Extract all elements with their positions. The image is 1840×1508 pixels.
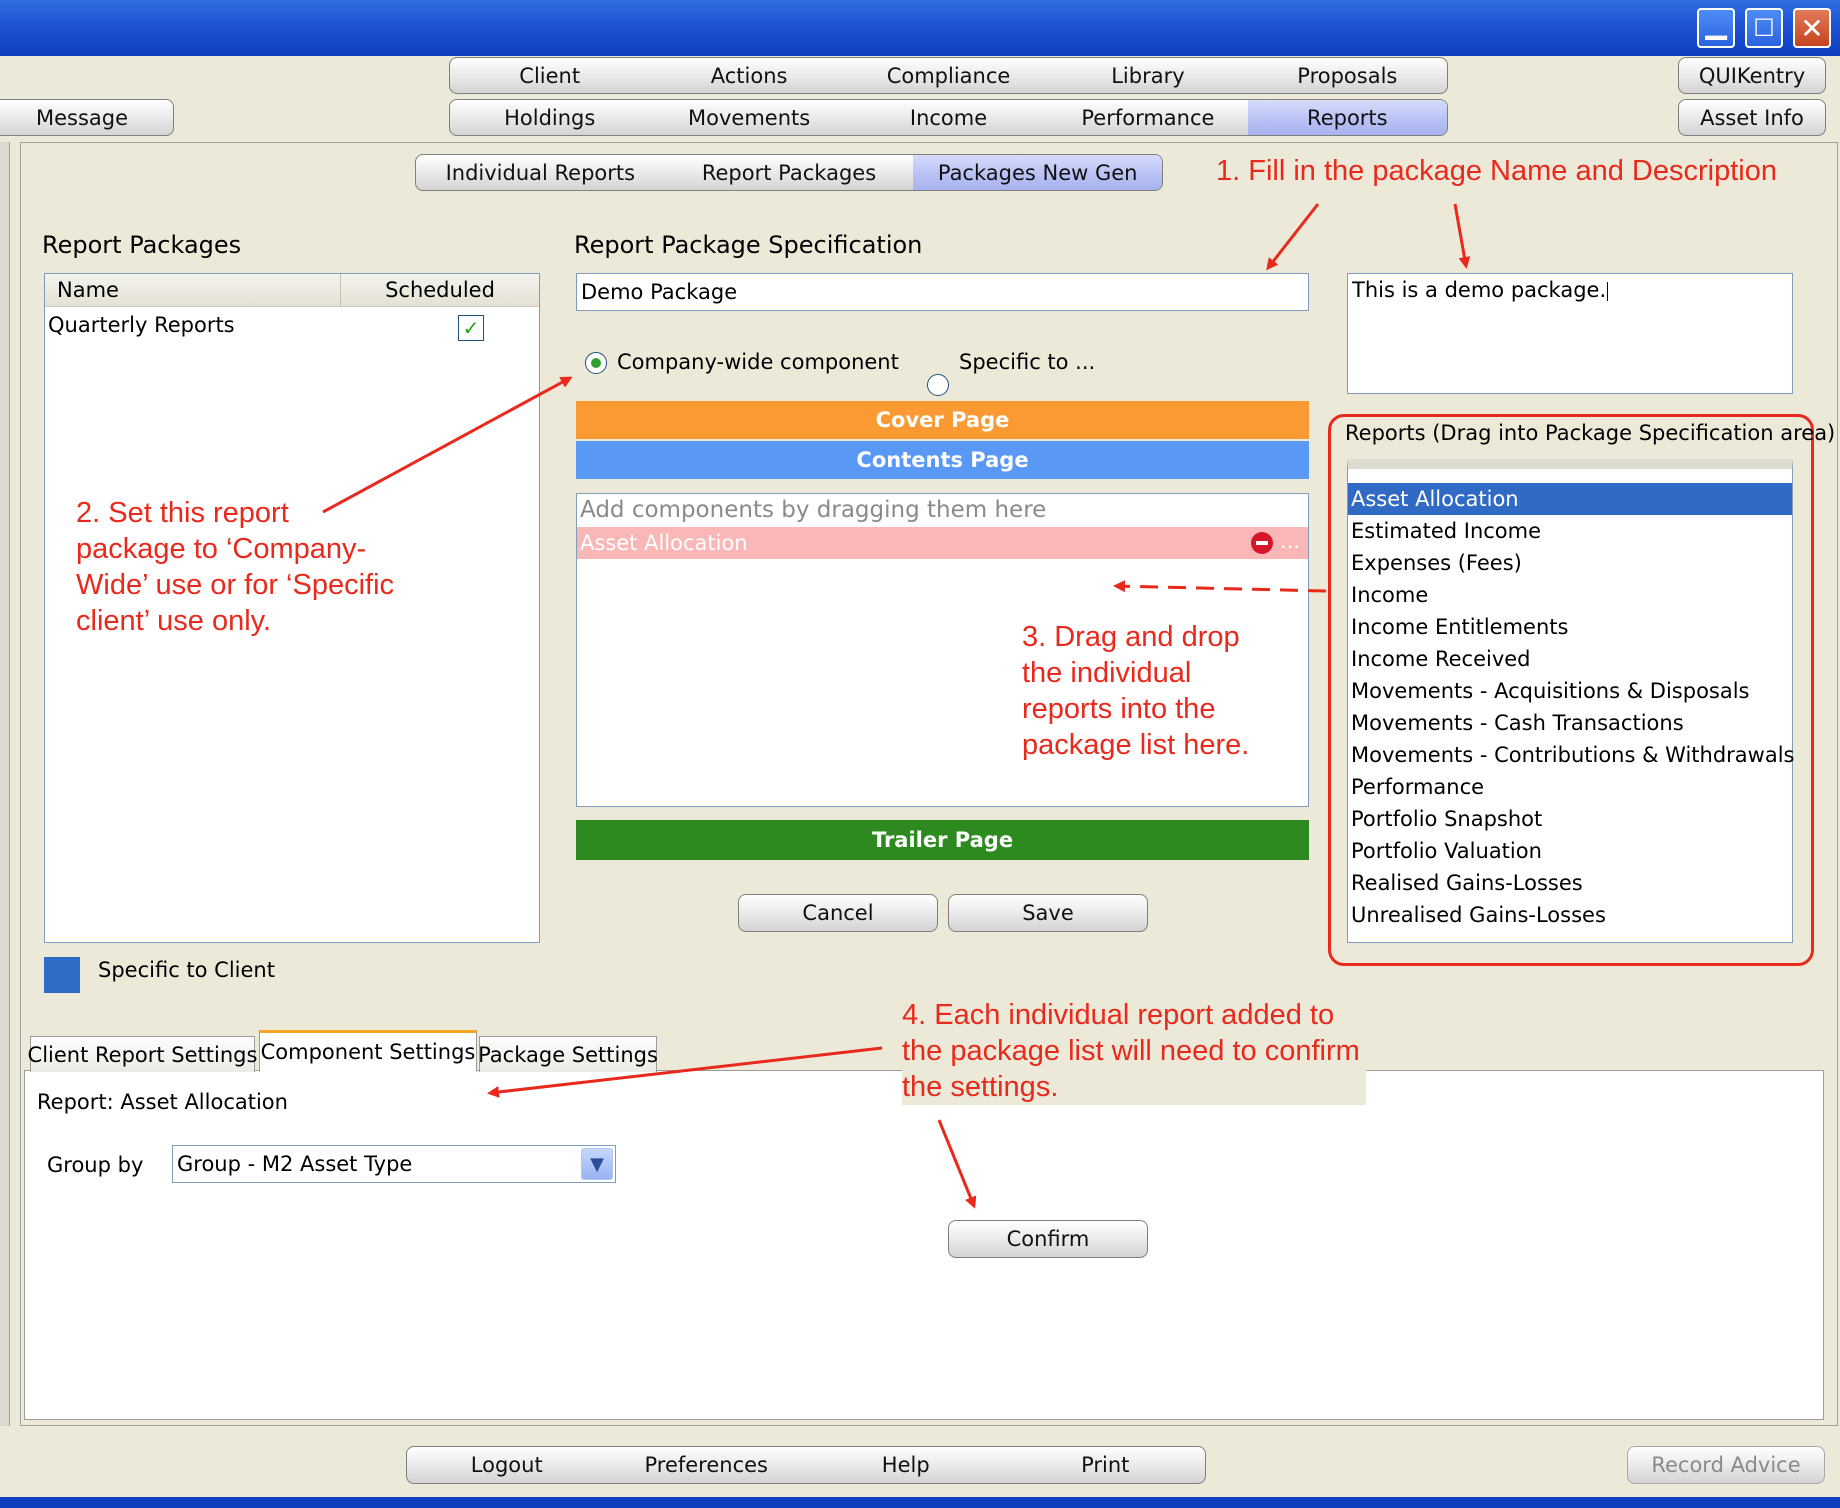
- arrow-to-confirm: [937, 1119, 977, 1209]
- arrow-to-description-field: [1453, 203, 1471, 269]
- arrow-to-name-field: [1266, 203, 1320, 271]
- arrow-drag-drop: [1113, 580, 1327, 593]
- arrow-to-radio: [322, 376, 573, 514]
- annotation-arrows: [322, 203, 1471, 1209]
- arrow-to-component-settings: [487, 1046, 883, 1098]
